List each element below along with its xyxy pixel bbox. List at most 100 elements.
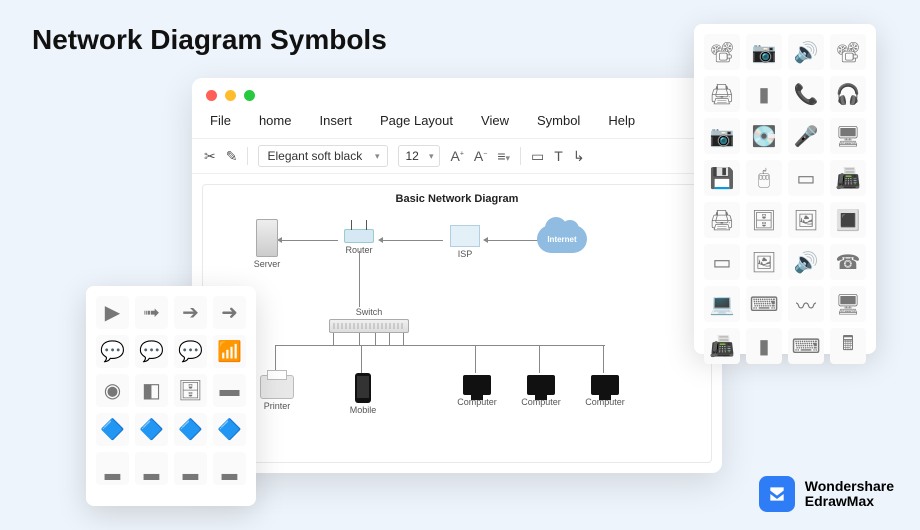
node-label: ISP: [441, 249, 489, 259]
wire: [361, 345, 362, 373]
symbol-calculator[interactable]: 🖩: [830, 328, 866, 364]
symbol-antenna[interactable]: 📶: [213, 335, 246, 368]
window-controls: [192, 78, 722, 107]
symbol-bar-dark[interactable]: ▂: [213, 452, 246, 485]
symbol-headphones[interactable]: 🎧: [830, 76, 866, 112]
menu-page-layout[interactable]: Page Layout: [380, 113, 453, 128]
symbol-pc-tower[interactable]: 🖥: [830, 286, 866, 322]
text-tool-icon[interactable]: T: [554, 148, 563, 164]
server-icon: [256, 219, 278, 257]
menu-insert[interactable]: Insert: [319, 113, 352, 128]
symbol-bar-orange[interactable]: ▂: [174, 452, 207, 485]
symbol-bubble-dark[interactable]: 💬: [174, 335, 207, 368]
minimize-icon[interactable]: [225, 90, 236, 101]
symbol-cable[interactable]: 〰: [788, 286, 824, 322]
symbol-switch-flat[interactable]: ▬: [213, 374, 246, 407]
symbol-projector[interactable]: 📽: [704, 34, 740, 70]
brand-logo-icon: [759, 476, 795, 512]
wire: [280, 240, 338, 241]
menu-view[interactable]: View: [481, 113, 509, 128]
symbol-mouse[interactable]: 🖱: [746, 160, 782, 196]
symbol-disc[interactable]: ◉: [96, 374, 129, 407]
symbol-server-rack[interactable]: 🗄: [174, 374, 207, 407]
node-server[interactable]: Server: [247, 219, 287, 269]
symbol-arrow-bold[interactable]: ➜: [213, 296, 246, 329]
symbol-bubble-blue[interactable]: 💬: [135, 335, 168, 368]
menu-file[interactable]: File: [210, 113, 231, 128]
app-window: File home Insert Page Layout View Symbol…: [192, 78, 722, 473]
node-label: Switch: [356, 307, 383, 317]
printer-icon: [260, 375, 294, 399]
symbol-desk-phone[interactable]: ☎: [830, 244, 866, 280]
symbol-tablet[interactable]: ▮: [746, 76, 782, 112]
symbol-camera[interactable]: 📷: [704, 118, 740, 154]
close-icon[interactable]: [206, 90, 217, 101]
node-computer-3[interactable]: Computer: [585, 375, 625, 407]
chevron-down-icon: ▾: [375, 151, 380, 162]
symbol-bubble-green[interactable]: 💬: [96, 335, 129, 368]
symbol-arrow-dashed[interactable]: ➟: [135, 296, 168, 329]
symbol-scanner[interactable]: 📠: [830, 160, 866, 196]
symbol-easel[interactable]: 🖼: [788, 202, 824, 238]
connector-icon[interactable]: ↳: [573, 148, 585, 165]
symbol-scanner-flat[interactable]: ▭: [788, 160, 824, 196]
node-printer[interactable]: Printer: [255, 375, 299, 411]
node-computer-1[interactable]: Computer: [457, 375, 497, 407]
symbol-webcam[interactable]: 📷: [746, 34, 782, 70]
font-family-select[interactable]: Elegant soft black ▾: [258, 145, 388, 167]
node-mobile[interactable]: Mobile: [343, 373, 383, 415]
symbol-laptop[interactable]: 💻: [704, 286, 740, 322]
symbol-printer[interactable]: 🖨: [704, 76, 740, 112]
rectangle-icon[interactable]: ▭: [531, 148, 544, 165]
symbol-speaker[interactable]: 🔊: [788, 34, 824, 70]
symbol-grid: 📽📷🔊📽🖨▮📞🎧📷💽🎤🖥💾🖱▭📠🖨🗄🖼🔳▭🖼🔊☎💻⌨〰🖥📠▮⌨🖩: [704, 34, 866, 364]
decrease-font-icon[interactable]: A−: [474, 148, 487, 164]
font-size-select[interactable]: 12 ▾: [398, 145, 440, 167]
node-internet[interactable]: Internet: [537, 225, 597, 253]
symbol-chip[interactable]: 🔳: [830, 202, 866, 238]
symbol-arrow-block[interactable]: ➔: [174, 296, 207, 329]
symbol-hdd[interactable]: 💽: [746, 118, 782, 154]
symbol-keyboard-2[interactable]: ⌨: [788, 328, 824, 364]
node-computer-2[interactable]: Computer: [521, 375, 561, 407]
node-router[interactable]: Router: [335, 219, 383, 255]
node-switch[interactable]: Switch: [319, 305, 419, 333]
symbol-pillow[interactable]: ◧: [135, 374, 168, 407]
symbol-copier[interactable]: 🖨: [704, 202, 740, 238]
maximize-icon[interactable]: [244, 90, 255, 101]
symbol-flatbed[interactable]: ▭: [704, 244, 740, 280]
symbol-router-blue-4[interactable]: 🔷: [213, 413, 246, 446]
cloud-label: Internet: [547, 235, 576, 244]
symbol-tower[interactable]: 🗄: [746, 202, 782, 238]
symbol-grid: ▶➟➔➜💬💬💬📶◉◧🗄▬🔷🔷🔷🔷▂▂▂▂: [96, 296, 246, 485]
scissors-icon[interactable]: ✂: [204, 148, 216, 165]
format-brush-icon[interactable]: ✎: [226, 148, 238, 165]
align-left-icon[interactable]: ≡▾: [497, 148, 510, 164]
symbol-drive[interactable]: 💾: [704, 160, 740, 196]
symbol-router-blue-1[interactable]: 🔷: [96, 413, 129, 446]
symbol-remote[interactable]: ▮: [746, 328, 782, 364]
increase-font-icon[interactable]: A+: [450, 148, 463, 164]
symbol-keyboard[interactable]: ⌨: [746, 286, 782, 322]
chevron-down-icon: ▾: [429, 151, 434, 162]
symbol-board[interactable]: 🖼: [746, 244, 782, 280]
symbol-fax[interactable]: 📠: [704, 328, 740, 364]
switch-icon: [329, 319, 409, 333]
symbol-projector-2[interactable]: 📽: [830, 34, 866, 70]
menubar: File home Insert Page Layout View Symbol…: [192, 107, 722, 138]
symbol-speakers[interactable]: 🔊: [788, 244, 824, 280]
symbol-bar-gray[interactable]: ▂: [135, 452, 168, 485]
menu-symbol[interactable]: Symbol: [537, 113, 580, 128]
symbol-arrow-play[interactable]: ▶: [96, 296, 129, 329]
symbol-router-blue-2[interactable]: 🔷: [135, 413, 168, 446]
menu-help[interactable]: Help: [608, 113, 635, 128]
symbol-monitor[interactable]: 🖥: [830, 118, 866, 154]
symbol-router-blue-3[interactable]: 🔷: [174, 413, 207, 446]
wire: [359, 251, 360, 307]
symbol-mic[interactable]: 🎤: [788, 118, 824, 154]
menu-home[interactable]: home: [259, 113, 292, 128]
symbol-phone[interactable]: 📞: [788, 76, 824, 112]
symbol-bar-green[interactable]: ▂: [96, 452, 129, 485]
node-isp[interactable]: ISP: [441, 225, 489, 259]
diagram-canvas[interactable]: Basic Network Diagram Server Router ISP …: [202, 184, 712, 463]
